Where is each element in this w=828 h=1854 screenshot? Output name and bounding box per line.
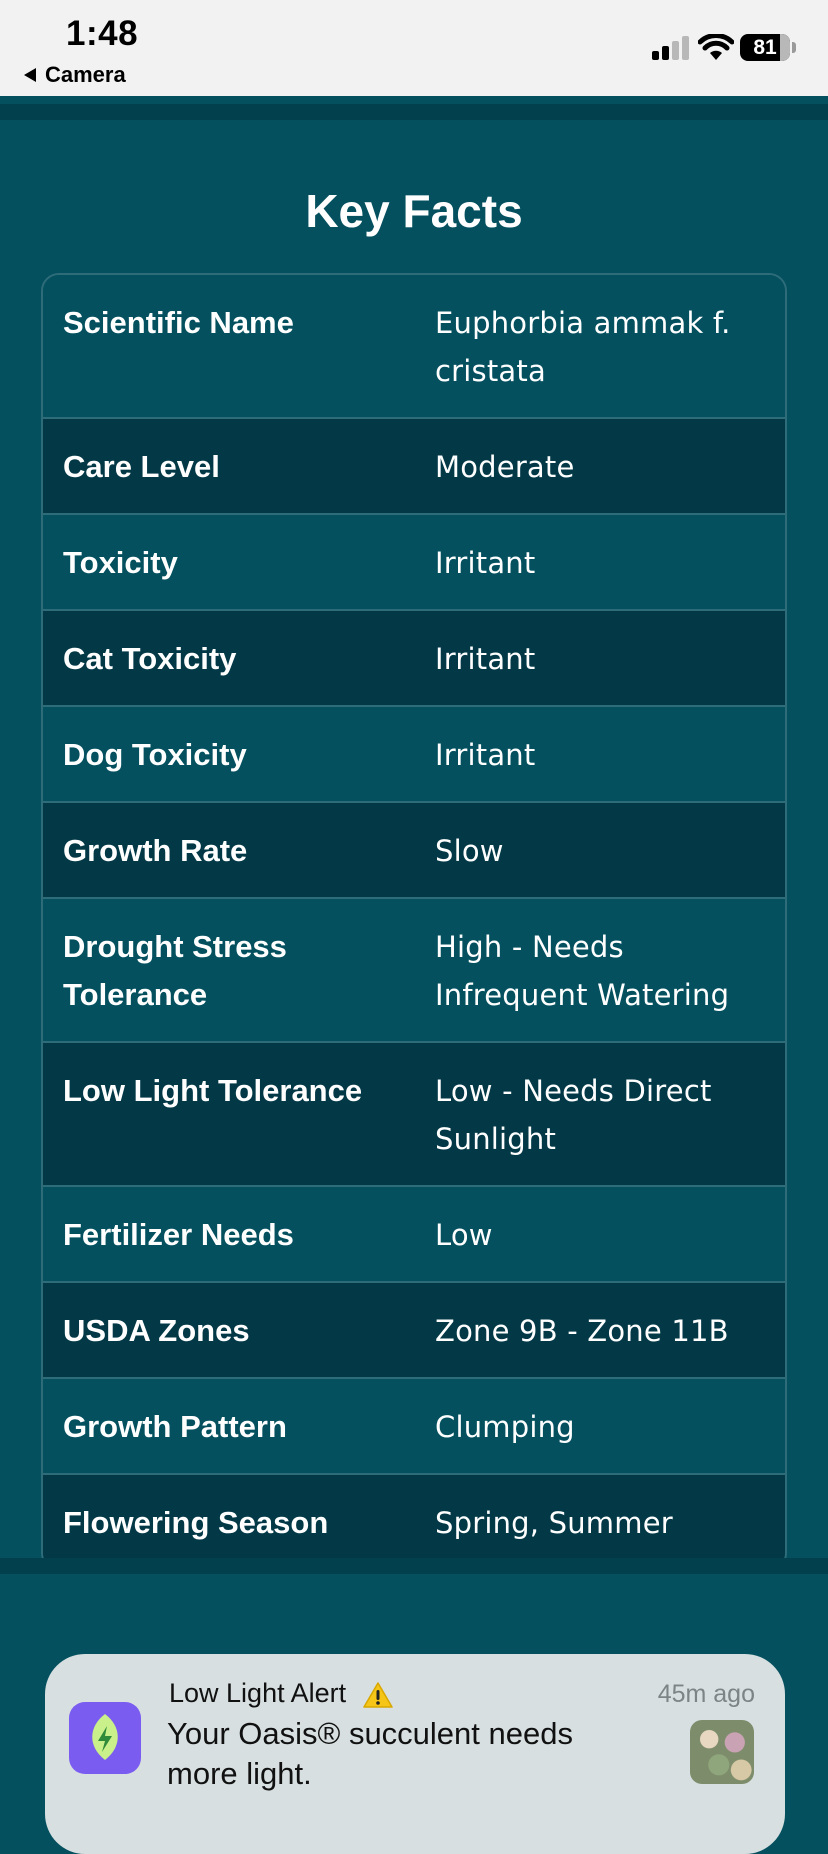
low-light-notification[interactable]: Low Light Alert 45m ago Your Oasis® succ… [45,1654,785,1854]
fact-value: High - Needs Infrequent Watering [435,930,730,1012]
fact-value: Moderate [435,450,575,484]
fact-value: Clumping [435,1410,575,1444]
fact-label: Care Level [63,449,220,484]
back-to-camera-link[interactable]: Camera [24,62,126,88]
fact-row-scientific-name: Scientific Name Euphorbia ammak f. crist… [43,275,785,417]
signal-icon [652,36,689,60]
back-label: Camera [45,62,126,87]
fact-row-cat-toxicity: Cat Toxicity Irritant [43,609,785,705]
fact-label: Scientific Name [63,305,294,340]
fact-value: Euphorbia ammak f. cristata [435,306,731,388]
fact-label: Growth Pattern [63,1409,287,1444]
fact-row-drought-stress-tolerance: Drought Stress Tolerance High - Needs In… [43,897,785,1041]
section-divider [0,104,828,120]
notification-body: Your Oasis® succulent needs more light. [167,1716,573,1791]
battery-cap [792,42,796,53]
fact-row-growth-pattern: Growth Pattern Clumping [43,1377,785,1473]
fact-label: USDA Zones [63,1313,250,1348]
fact-label: Low Light Tolerance [63,1073,363,1108]
key-facts-table: Scientific Name Euphorbia ammak f. crist… [41,273,787,1571]
app-leaf-icon [69,1702,141,1774]
fact-row-low-light-tolerance: Low Light Tolerance Low - Needs Direct S… [43,1041,785,1185]
fact-label: Dog Toxicity [63,737,247,772]
fact-value: Spring, Summer [435,1506,673,1540]
fact-label: Drought Stress Tolerance [63,929,287,1012]
fact-value: Irritant [435,738,536,772]
section-divider [0,1558,828,1574]
fact-value: Irritant [435,642,536,676]
fact-row-growth-rate: Growth Rate Slow [43,801,785,897]
wifi-icon [698,34,734,60]
leaf-bolt-icon [92,1714,118,1760]
fact-value: Zone 9B - Zone 11B [435,1314,729,1348]
fact-label: Cat Toxicity [63,641,237,676]
notification-title: Low Light Alert [169,1678,394,1709]
fact-value: Low [435,1218,493,1252]
clock: 1:48 [66,14,139,53]
fact-value: Low - Needs Direct Sunlight [435,1074,712,1156]
fact-row-flowering-season: Flowering Season Spring, Summer [43,1473,785,1569]
key-facts-title: Key Facts [305,185,523,237]
battery-icon: 81 [740,34,790,61]
notification-time: 45m ago [657,1680,755,1708]
fact-value: Slow [435,834,504,868]
fact-label: Flowering Season [63,1505,329,1540]
notification-title-text: Low Light Alert [169,1678,347,1708]
fact-label: Growth Rate [63,833,248,868]
plant-thumbnail [690,1720,754,1784]
warning-icon [362,1682,393,1708]
status-bar: 1:48 Camera 81 [0,0,828,96]
fact-row-fertilizer-needs: Fertilizer Needs Low [43,1185,785,1281]
fact-row-care-level: Care Level Moderate [43,417,785,513]
fact-label: Toxicity [63,545,178,580]
fact-row-toxicity: Toxicity Irritant [43,513,785,609]
battery-empty-portion [780,34,790,61]
fact-label: Fertilizer Needs [63,1217,294,1252]
fact-row-dog-toxicity: Dog Toxicity Irritant [43,705,785,801]
battery-level: 81 [753,36,777,59]
fact-row-usda-zones: USDA Zones Zone 9B - Zone 11B [43,1281,785,1377]
back-arrow-icon [24,68,36,82]
fact-value: Irritant [435,546,536,580]
